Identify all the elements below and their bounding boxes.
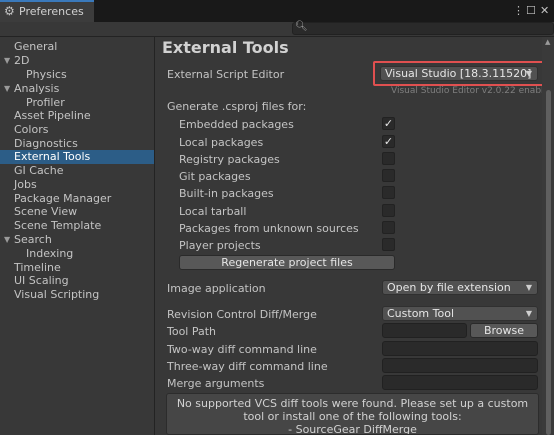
sidebar-item-scene-template[interactable]: Scene Template xyxy=(0,219,154,233)
help-line: No supported VCS diff tools were found. … xyxy=(176,397,529,410)
player-projects-checkbox[interactable] xyxy=(382,238,395,251)
unknown-sources-checkbox[interactable] xyxy=(382,221,395,234)
sidebar-item-analysis[interactable]: ▼ Analysis xyxy=(0,82,154,96)
option-label: Local packages xyxy=(179,136,264,149)
script-editor-label: External Script Editor xyxy=(167,68,285,81)
tab-label: Preferences xyxy=(19,5,84,18)
page-title: External Tools xyxy=(162,38,289,57)
script-editor-dropdown[interactable]: Visual Studio [18.3.11520] ▼ xyxy=(380,66,538,81)
chevron-down-icon: ▼ xyxy=(525,309,532,318)
search-input[interactable]: 🔍︎ xyxy=(292,21,554,35)
scrollbar-thumb[interactable] xyxy=(546,90,551,435)
help-line: tool or install one of the following too… xyxy=(243,410,462,423)
sidebar-item-search[interactable]: ▼ Search xyxy=(0,233,154,247)
regenerate-project-files-button[interactable]: Regenerate project files xyxy=(179,255,395,270)
tool-path-input[interactable] xyxy=(382,323,467,338)
sidebar-item-visual-scripting[interactable]: Visual Scripting xyxy=(0,288,154,302)
sidebar-item-timeline[interactable]: Timeline xyxy=(0,261,154,275)
option-label: Embedded packages xyxy=(179,118,294,131)
local-packages-checkbox[interactable]: ✓ xyxy=(382,135,395,148)
git-packages-checkbox[interactable] xyxy=(382,169,395,182)
merge-arguments-label: Merge arguments xyxy=(167,377,265,390)
two-way-diff-label: Two-way diff command line xyxy=(167,343,317,356)
sidebar-item-profiler[interactable]: Profiler xyxy=(0,96,154,110)
sidebar: General ▼ 2D Physics ▼ Analysis Profiler A… xyxy=(0,37,154,435)
option-label: Registry packages xyxy=(179,153,280,166)
expand-arrow-icon[interactable]: ▼ xyxy=(4,82,10,96)
three-way-diff-input[interactable] xyxy=(382,358,538,373)
image-application-label: Image application xyxy=(167,282,266,295)
revision-control-dropdown[interactable]: Custom Tool ▼ xyxy=(382,306,538,321)
sidebar-item-diagnostics[interactable]: Diagnostics xyxy=(0,137,154,151)
expand-arrow-icon[interactable]: ▼ xyxy=(4,54,10,68)
option-label: Built-in packages xyxy=(179,187,274,200)
two-way-diff-input[interactable] xyxy=(382,341,538,356)
expand-arrow-icon[interactable]: ▼ xyxy=(4,233,10,247)
maximize-icon[interactable]: ☐ xyxy=(526,4,536,17)
image-application-dropdown[interactable]: Open by file extension ▼ xyxy=(382,280,538,295)
option-label: Player projects xyxy=(179,239,261,252)
sidebar-item-2d[interactable]: ▼ 2D xyxy=(0,54,154,68)
preferences-tab[interactable]: ⚙ Preferences xyxy=(0,0,94,22)
registry-packages-checkbox[interactable] xyxy=(382,152,395,165)
csproj-heading: Generate .csproj files for: xyxy=(167,100,307,113)
help-line: - SourceGear DiffMerge xyxy=(288,423,417,435)
option-label: Git packages xyxy=(179,170,251,183)
sidebar-divider xyxy=(154,37,155,435)
local-tarball-checkbox[interactable] xyxy=(382,204,395,217)
sidebar-item-physics[interactable]: Physics xyxy=(0,68,154,82)
sidebar-item-asset-pipeline[interactable]: Asset Pipeline xyxy=(0,109,154,123)
browse-button[interactable]: Browse xyxy=(470,323,538,338)
option-label: Packages from unknown sources xyxy=(179,222,359,235)
option-label: Local tarball xyxy=(179,205,247,218)
chevron-down-icon: ▼ xyxy=(525,69,532,78)
scroll-up-icon[interactable]: ▲ xyxy=(545,38,550,46)
search-icon: 🔍︎ xyxy=(295,21,308,32)
sidebar-item-scene-view[interactable]: Scene View xyxy=(0,205,154,219)
sidebar-item-jobs[interactable]: Jobs xyxy=(0,178,154,192)
sidebar-item-external-tools[interactable]: External Tools xyxy=(0,150,154,164)
close-icon[interactable]: ✕ xyxy=(540,4,549,17)
chevron-down-icon: ▼ xyxy=(525,283,532,292)
sidebar-item-package-manager[interactable]: Package Manager xyxy=(0,192,154,206)
merge-arguments-input[interactable] xyxy=(382,375,538,390)
script-editor-version: Visual Studio Editor v2.0.22 enabled xyxy=(391,86,554,96)
kebab-menu-icon[interactable]: ⋮ xyxy=(513,4,524,17)
sidebar-item-indexing[interactable]: Indexing xyxy=(0,247,154,261)
three-way-diff-label: Three-way diff command line xyxy=(167,360,328,373)
embedded-packages-checkbox[interactable]: ✓ xyxy=(382,117,395,130)
tool-path-label: Tool Path xyxy=(167,325,217,338)
sidebar-item-gi-cache[interactable]: GI Cache xyxy=(0,164,154,178)
gear-icon: ⚙ xyxy=(4,4,15,18)
builtin-packages-checkbox[interactable] xyxy=(382,186,395,199)
sidebar-item-colors[interactable]: Colors xyxy=(0,123,154,137)
sidebar-item-general[interactable]: General xyxy=(0,40,154,54)
vcs-help-box: No supported VCS diff tools were found. … xyxy=(166,393,539,435)
revision-control-label: Revision Control Diff/Merge xyxy=(167,308,317,321)
sidebar-item-ui-scaling[interactable]: UI Scaling xyxy=(0,274,154,288)
